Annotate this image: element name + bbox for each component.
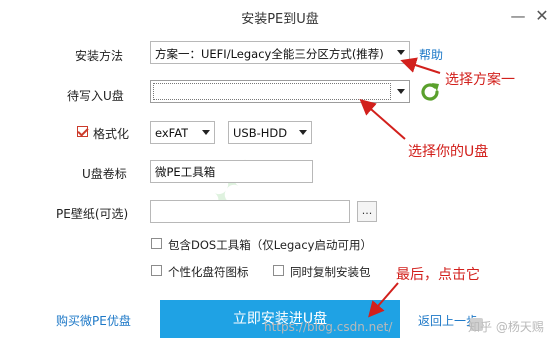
title-bar: 安装PE到U盘 — ✕ <box>0 0 560 33</box>
browse-button[interactable]: ... <box>357 201 377 222</box>
close-icon[interactable]: ✕ <box>532 6 552 26</box>
copy-installer-checkbox[interactable] <box>273 265 284 276</box>
arrow-to-drive <box>359 99 406 140</box>
wallpaper-path-input[interactable] <box>150 200 350 223</box>
volume-label-input[interactable] <box>150 160 313 183</box>
custom-drive-icon-label: 个性化盘符图标 <box>168 265 249 279</box>
chevron-down-icon <box>299 130 307 135</box>
csdn-watermark: https://blog.csdn.net/ <box>264 320 393 334</box>
install-method-select[interactable]: 方案一：UEFI/Legacy全能三分区方式(推荐) <box>150 41 410 64</box>
focus-outline <box>153 83 391 100</box>
refresh-icon[interactable] <box>418 80 442 104</box>
annotation-click-last: 最后，点击它 <box>396 267 480 283</box>
filesystem-value: exFAT <box>155 126 189 140</box>
custom-drive-icon-checkbox[interactable] <box>151 265 162 276</box>
dos-toolbox-label: 包含DOS工具箱（仅Legacy启动可用） <box>168 238 372 252</box>
dos-toolbox-checkbox[interactable] <box>151 238 162 249</box>
format-label: 格式化 <box>93 127 130 141</box>
window-title: 安装PE到U盘 <box>241 12 319 27</box>
wallpaper-label: PE壁纸(可选) <box>56 207 129 221</box>
chevron-down-icon <box>202 130 210 135</box>
annotation-choose-drive: 选择你的U盘 <box>408 144 489 160</box>
zhihu-watermark: 知乎 @杨天赐 <box>468 320 544 334</box>
usb-mode-select[interactable]: USB-HDD <box>228 121 312 144</box>
annotation-choose-plan: 选择方案一 <box>445 72 515 88</box>
target-drive-label: 待写入U盘 <box>67 89 124 103</box>
arrow-to-plan <box>400 57 441 74</box>
usb-mode-value: USB-HDD <box>233 126 288 140</box>
install-method-label: 安装方法 <box>75 49 124 63</box>
chevron-down-icon <box>397 50 405 55</box>
minimize-icon[interactable]: — <box>508 6 528 26</box>
filesystem-select[interactable]: exFAT <box>150 121 215 144</box>
format-checkbox[interactable] <box>77 126 88 137</box>
install-method-value: 方案一：UEFI/Legacy全能三分区方式(推荐) <box>155 47 384 61</box>
buy-usb-link[interactable]: 购买微PE优盘 <box>56 312 131 329</box>
volume-label-label: U盘卷标 <box>82 167 127 181</box>
chevron-down-icon <box>397 89 405 94</box>
target-drive-select[interactable] <box>150 80 410 103</box>
help-link[interactable]: 帮助 <box>419 46 443 63</box>
copy-installer-label: 同时复制安装包 <box>290 265 371 279</box>
